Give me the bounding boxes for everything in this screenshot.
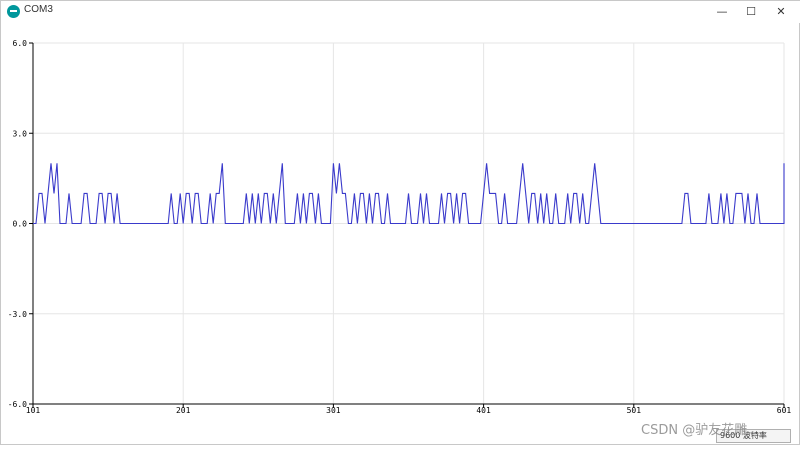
serial-plot: -6.0 -3.0 0.0 3.0 6.0 101 201 301 401 501 601 [8,39,792,415]
y-tick-label: -6.0 [8,400,27,409]
y-tick-label: 3.0 [13,129,28,138]
title-bar[interactable]: COM3 — ☐ ✕ [1,1,800,23]
y-tick-label: 6.0 [13,39,28,48]
series-line [33,163,785,225]
close-button[interactable]: ✕ [764,1,798,23]
y-tick-label: -3.0 [8,310,27,319]
window-title: COM3 [24,4,53,15]
x-tick-label: 501 [627,406,642,415]
plot-area: -6.0 -3.0 0.0 3.0 6.0 101 201 301 401 501 601 [1,23,800,446]
x-tick-label: 601 [777,406,792,415]
x-tick-label: 401 [476,406,491,415]
x-tick-label: 301 [326,406,341,415]
x-tick-label: 101 [26,406,41,415]
x-tick-label: 201 [176,406,191,415]
baud-rate-select[interactable]: 9600 波特率 [716,429,791,443]
maximize-button[interactable]: ☐ [734,1,768,23]
y-tick-label: 0.0 [13,220,28,229]
arduino-icon [7,5,20,18]
serial-plotter-window: COM3 — ☐ ✕ -6.0 -3.0 0.0 3.0 6.0 101 201 301 401… [0,0,800,445]
